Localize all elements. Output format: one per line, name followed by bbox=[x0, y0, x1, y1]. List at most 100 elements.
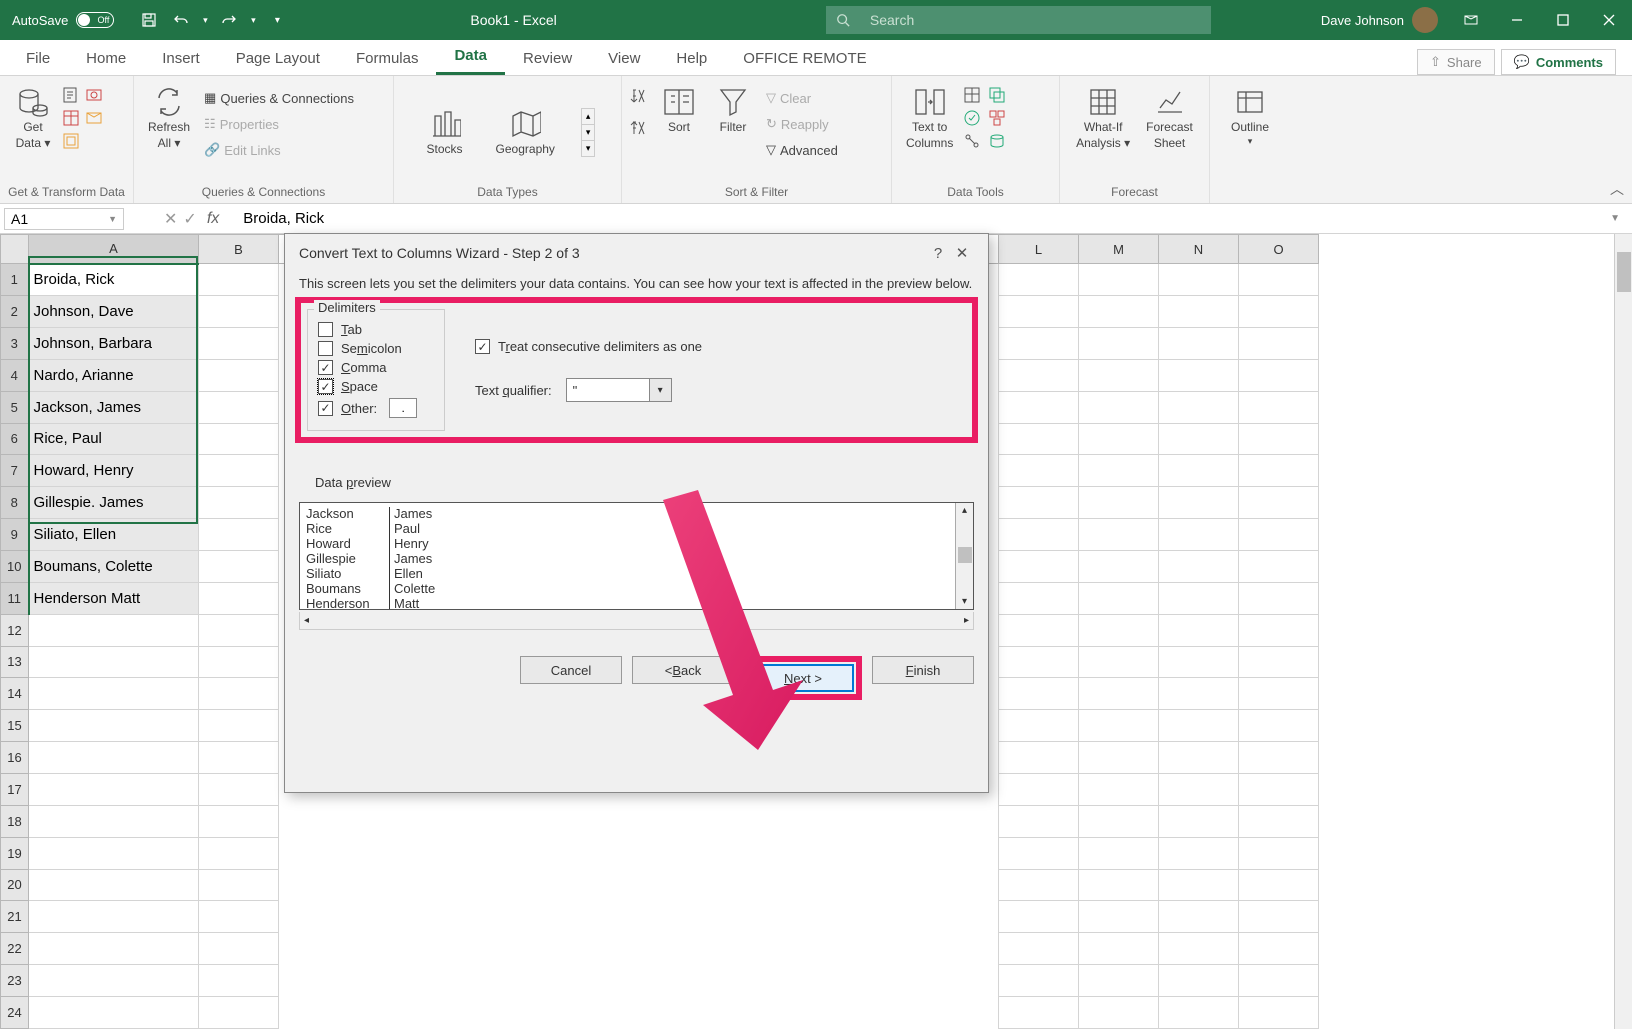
cell-a6[interactable]: Rice, Paul bbox=[29, 423, 199, 455]
cell-a18[interactable] bbox=[29, 805, 199, 837]
row-header-7[interactable]: 7 bbox=[1, 455, 29, 487]
cell-n21[interactable] bbox=[1159, 901, 1239, 933]
row-header-23[interactable]: 23 bbox=[1, 965, 29, 997]
cell-m5[interactable] bbox=[1079, 391, 1159, 423]
existing-conn-icon[interactable] bbox=[62, 132, 82, 152]
sort-asc-icon[interactable] bbox=[630, 86, 650, 106]
cell-m2[interactable] bbox=[1079, 296, 1159, 328]
cell-o17[interactable] bbox=[1239, 773, 1319, 805]
cell-m15[interactable] bbox=[1079, 710, 1159, 742]
cell-a5[interactable]: Jackson, James bbox=[29, 391, 199, 423]
comments-button[interactable]: 💬Comments bbox=[1501, 49, 1616, 75]
cell-l12[interactable] bbox=[999, 614, 1079, 646]
col-header-o[interactable]: O bbox=[1239, 235, 1319, 264]
row-header-24[interactable]: 24 bbox=[1, 996, 29, 1028]
cell-b1[interactable] bbox=[199, 264, 279, 296]
row-header-16[interactable]: 16 bbox=[1, 742, 29, 774]
cell-l10[interactable] bbox=[999, 550, 1079, 582]
cell-m7[interactable] bbox=[1079, 455, 1159, 487]
row-header-18[interactable]: 18 bbox=[1, 805, 29, 837]
from-table-icon[interactable] bbox=[62, 109, 82, 129]
cell-a22[interactable] bbox=[29, 933, 199, 965]
cell-a19[interactable] bbox=[29, 837, 199, 869]
cell-b9[interactable] bbox=[199, 519, 279, 551]
vertical-scrollbar[interactable] bbox=[1614, 234, 1632, 1029]
cell-n8[interactable] bbox=[1159, 487, 1239, 519]
cell-n14[interactable] bbox=[1159, 678, 1239, 710]
preview-hscroll[interactable]: ◂ ▸ bbox=[299, 612, 974, 630]
cell-n9[interactable] bbox=[1159, 519, 1239, 551]
row-header-8[interactable]: 8 bbox=[1, 487, 29, 519]
cell-a8[interactable]: Gillespie. James bbox=[29, 487, 199, 519]
cell-o18[interactable] bbox=[1239, 805, 1319, 837]
row-header-3[interactable]: 3 bbox=[1, 327, 29, 359]
scroll-left-icon[interactable]: ◂ bbox=[304, 615, 309, 626]
cell-n11[interactable] bbox=[1159, 582, 1239, 614]
cell-o11[interactable] bbox=[1239, 582, 1319, 614]
cell-a15[interactable] bbox=[29, 710, 199, 742]
cell-a13[interactable] bbox=[29, 646, 199, 678]
cell-a4[interactable]: Nardo, Arianne bbox=[29, 359, 199, 391]
cell-b3[interactable] bbox=[199, 327, 279, 359]
qat-customize-icon[interactable]: ▾ bbox=[262, 5, 292, 35]
cell-l8[interactable] bbox=[999, 487, 1079, 519]
combo-dropdown-icon[interactable]: ▾ bbox=[649, 379, 671, 401]
cell-o16[interactable] bbox=[1239, 742, 1319, 774]
cell-n2[interactable] bbox=[1159, 296, 1239, 328]
cell-l13[interactable] bbox=[999, 646, 1079, 678]
geography-button[interactable]: Geography bbox=[490, 104, 561, 160]
reapply-button[interactable]: ↻Reapply bbox=[762, 112, 842, 136]
cell-o3[interactable] bbox=[1239, 327, 1319, 359]
row-header-13[interactable]: 13 bbox=[1, 646, 29, 678]
cell-a24[interactable] bbox=[29, 996, 199, 1028]
clear-filter-button[interactable]: ▽Clear bbox=[762, 86, 842, 110]
cell-b20[interactable] bbox=[199, 869, 279, 901]
cell-b5[interactable] bbox=[199, 391, 279, 423]
cell-l11[interactable] bbox=[999, 582, 1079, 614]
preview-scroll-thumb[interactable] bbox=[958, 547, 972, 563]
data-validation-icon[interactable] bbox=[963, 109, 983, 129]
select-all-corner[interactable] bbox=[1, 235, 29, 264]
cell-m18[interactable] bbox=[1079, 805, 1159, 837]
cell-l5[interactable] bbox=[999, 391, 1079, 423]
row-header-4[interactable]: 4 bbox=[1, 359, 29, 391]
cell-b24[interactable] bbox=[199, 996, 279, 1028]
cell-n4[interactable] bbox=[1159, 359, 1239, 391]
tab-help[interactable]: Help bbox=[658, 42, 725, 75]
cell-l9[interactable] bbox=[999, 519, 1079, 551]
user-account[interactable]: Dave Johnson bbox=[1311, 7, 1448, 33]
preview-vscroll[interactable]: ▴ ▾ bbox=[955, 503, 973, 609]
cell-a7[interactable]: Howard, Henry bbox=[29, 455, 199, 487]
cell-l14[interactable] bbox=[999, 678, 1079, 710]
cell-b23[interactable] bbox=[199, 965, 279, 997]
cell-a3[interactable]: Johnson, Barbara bbox=[29, 327, 199, 359]
cell-b15[interactable] bbox=[199, 710, 279, 742]
text-to-columns-button[interactable]: Text toColumns bbox=[900, 82, 959, 155]
data-model-icon[interactable] bbox=[988, 132, 1008, 152]
undo-dropdown-icon[interactable]: ▾ bbox=[198, 5, 212, 35]
tab-office-remote[interactable]: OFFICE REMOTE bbox=[725, 42, 884, 75]
cell-b2[interactable] bbox=[199, 296, 279, 328]
cell-o7[interactable] bbox=[1239, 455, 1319, 487]
cell-o12[interactable] bbox=[1239, 614, 1319, 646]
edit-links-button[interactable]: 🔗Edit Links bbox=[200, 138, 358, 162]
forecast-sheet-button[interactable]: ForecastSheet bbox=[1140, 82, 1199, 155]
cancel-formula-icon[interactable]: ✕ bbox=[164, 209, 177, 229]
ribbon-options-icon[interactable] bbox=[1448, 0, 1494, 40]
cell-m3[interactable] bbox=[1079, 327, 1159, 359]
cell-m17[interactable] bbox=[1079, 773, 1159, 805]
cell-m8[interactable] bbox=[1079, 487, 1159, 519]
cell-a23[interactable] bbox=[29, 965, 199, 997]
cell-a9[interactable]: Siliato, Ellen bbox=[29, 519, 199, 551]
tab-data[interactable]: Data bbox=[436, 39, 505, 75]
refresh-all-button[interactable]: RefreshAll ▾ bbox=[142, 82, 196, 155]
cell-o2[interactable] bbox=[1239, 296, 1319, 328]
cell-n24[interactable] bbox=[1159, 996, 1239, 1028]
cell-m13[interactable] bbox=[1079, 646, 1159, 678]
cell-a20[interactable] bbox=[29, 869, 199, 901]
name-box[interactable]: A1 ▼ bbox=[4, 208, 124, 230]
search-box[interactable]: Search bbox=[826, 6, 1211, 34]
cell-b10[interactable] bbox=[199, 550, 279, 582]
cell-l7[interactable] bbox=[999, 455, 1079, 487]
formula-input[interactable]: Broida, Rick bbox=[239, 208, 1602, 229]
